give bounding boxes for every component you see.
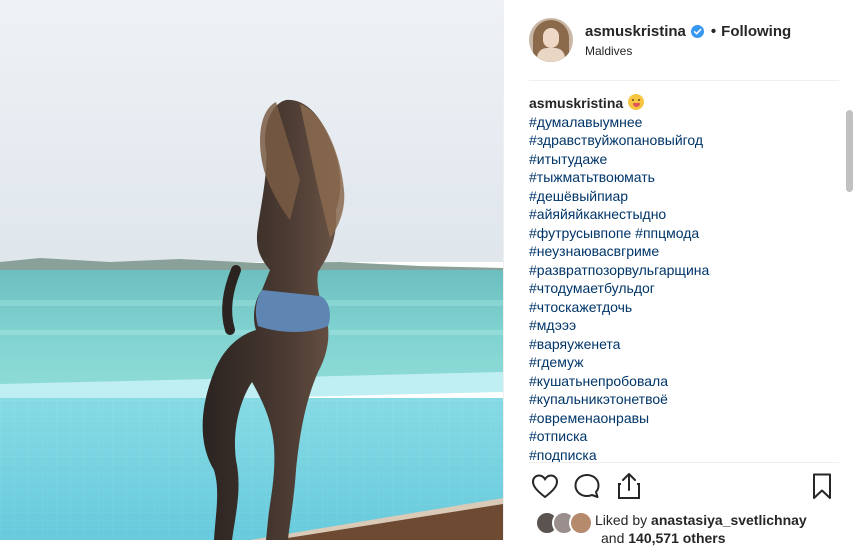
post-header: asmuskristina • Following Maldives: [504, 0, 858, 80]
heart-icon[interactable]: [530, 471, 560, 501]
hashtag-line[interactable]: #чтоскажетдочь: [529, 298, 839, 317]
scrollbar-thumb[interactable]: [846, 110, 853, 192]
bookmark-icon[interactable]: [807, 471, 837, 501]
liked-by-username[interactable]: anastasiya_svetlichnay: [651, 512, 807, 528]
hashtag-line[interactable]: #купальникэтонетвоё: [529, 390, 839, 409]
hashtag-line[interactable]: #чтодумаетбульдог: [529, 279, 839, 298]
author-line: asmuskristina • Following: [585, 23, 791, 40]
following-button[interactable]: Following: [721, 23, 791, 40]
hashtag-line[interactable]: #варяуженета: [529, 335, 839, 354]
photo-illustration: [0, 0, 503, 540]
hashtag-line[interactable]: #гдемуж: [529, 353, 839, 372]
post-actions: [504, 468, 858, 508]
separator-dot: •: [710, 23, 717, 40]
author-avatar[interactable]: [529, 18, 573, 62]
likes-others-count[interactable]: 140,571 others: [628, 530, 725, 546]
post-photo[interactable]: [0, 0, 503, 540]
share-icon[interactable]: [614, 471, 644, 501]
hashtag-line[interactable]: #дешёвыйпиар: [529, 187, 839, 206]
instagram-post: asmuskristina • Following Maldives asmus…: [0, 0, 858, 546]
liker-avatars[interactable]: [535, 511, 593, 535]
post-location[interactable]: Maldives: [585, 44, 632, 58]
hashtag-line[interactable]: #итытудаже: [529, 150, 839, 169]
hashtag-line[interactable]: #овременаонравы: [529, 409, 839, 428]
hashtag-list: #думалавыумнее #здравствуйжопановыйгод #ит…: [529, 113, 839, 465]
hashtag-line[interactable]: #развратпозорвульгарщина: [529, 261, 839, 280]
liked-by-label: Liked by: [595, 512, 648, 528]
liker-avatar: [569, 511, 593, 535]
liked-by-text: Liked by anastasiya_svetlichnay: [595, 512, 807, 528]
likes-and-label: and: [601, 530, 625, 546]
comment-icon[interactable]: [572, 471, 602, 501]
header-divider: [529, 80, 839, 81]
post-caption: asmuskristina #думалавыумнее #здравствуйж…: [529, 94, 839, 464]
hashtag-line[interactable]: #футрусывпопе #ппцмода: [529, 224, 839, 243]
caption-first-line: asmuskristina: [529, 94, 839, 113]
hashtag-line[interactable]: #неузнаювасвгриме: [529, 242, 839, 261]
author-username[interactable]: asmuskristina: [585, 23, 686, 40]
hashtag-line[interactable]: #мдэээ: [529, 316, 839, 335]
caption-scrollbar[interactable]: [844, 84, 854, 462]
hashtag-line[interactable]: #думалавыумнее: [529, 113, 839, 132]
post-side-panel: asmuskristina • Following Maldives asmus…: [503, 0, 858, 546]
likes-others-line: and 140,571 others: [601, 530, 726, 546]
likes-section: Liked by anastasiya_svetlichnay and 140,…: [529, 509, 858, 546]
hashtag-line[interactable]: #отписка: [529, 427, 839, 446]
caption-author-username[interactable]: asmuskristina: [529, 95, 623, 111]
actions-divider: [529, 462, 839, 463]
hashtag-line[interactable]: #здравствуйжопановыйгод: [529, 131, 839, 150]
verified-badge-icon: [690, 25, 704, 38]
hashtag-line[interactable]: #тыжматьтвоюмать: [529, 168, 839, 187]
hashtag-line[interactable]: #айяйяйкакнестыдно: [529, 205, 839, 224]
tongue-emoji-icon: [628, 94, 645, 110]
hashtag-line[interactable]: #кушатьнепробовала: [529, 372, 839, 391]
